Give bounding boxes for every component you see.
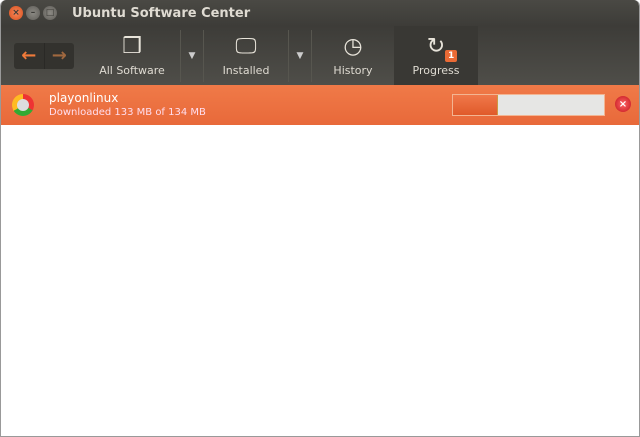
sync-icon: ↻ 1	[427, 36, 458, 62]
cancel-download-button[interactable]: ×	[615, 96, 631, 112]
chevron-down-icon: ▼	[296, 50, 304, 61]
history-button[interactable]: ◷ History	[312, 26, 394, 85]
title-bar: × – □ Ubuntu Software Center	[1, 0, 639, 26]
arrow-right-icon: →	[51, 45, 67, 66]
history-label: History	[333, 64, 373, 77]
playonlinux-app-icon	[12, 94, 34, 116]
progress-label: Progress	[412, 64, 460, 77]
all-software-dropdown[interactable]: ▼	[181, 26, 203, 85]
all-software-label: All Software	[99, 64, 165, 77]
download-row[interactable]: playonlinux Downloaded 133 MB of 134 MB …	[1, 85, 639, 125]
progress-badge: 1	[444, 50, 458, 62]
window-close-button[interactable]: ×	[9, 6, 23, 20]
download-progress-bar	[452, 94, 605, 116]
download-status: Downloaded 133 MB of 134 MB	[49, 107, 206, 118]
box-icon: ❒	[122, 34, 142, 59]
progress-button[interactable]: ↻ 1 Progress	[394, 26, 478, 85]
nav-buttons: ← →	[14, 42, 75, 69]
window-minimize-button[interactable]: –	[26, 6, 40, 20]
window-title: Ubuntu Software Center	[72, 5, 251, 21]
window-maximize-button[interactable]: □	[43, 6, 57, 20]
installed-button[interactable]: 🖵 Installed	[204, 26, 288, 85]
toolbar: ← → ❒ All Software ▼ 🖵 Installed ▼ ◷ His…	[1, 26, 639, 85]
progress-fill	[453, 95, 499, 115]
app-name: playonlinux	[49, 91, 119, 105]
arrow-left-icon: ←	[21, 45, 37, 66]
installed-dropdown[interactable]: ▼	[289, 26, 311, 85]
installed-label: Installed	[222, 64, 270, 77]
all-software-button[interactable]: ❒ All Software	[84, 26, 180, 85]
monitor-icon: 🖵	[235, 34, 257, 59]
close-icon: ×	[618, 98, 628, 110]
chevron-down-icon: ▼	[188, 50, 196, 61]
clock-icon: ◷	[343, 34, 363, 59]
forward-button[interactable]: →	[45, 43, 75, 69]
app-window: × – □ Ubuntu Software Center ← → ❒ All S…	[0, 0, 640, 437]
back-button[interactable]: ←	[14, 42, 45, 69]
